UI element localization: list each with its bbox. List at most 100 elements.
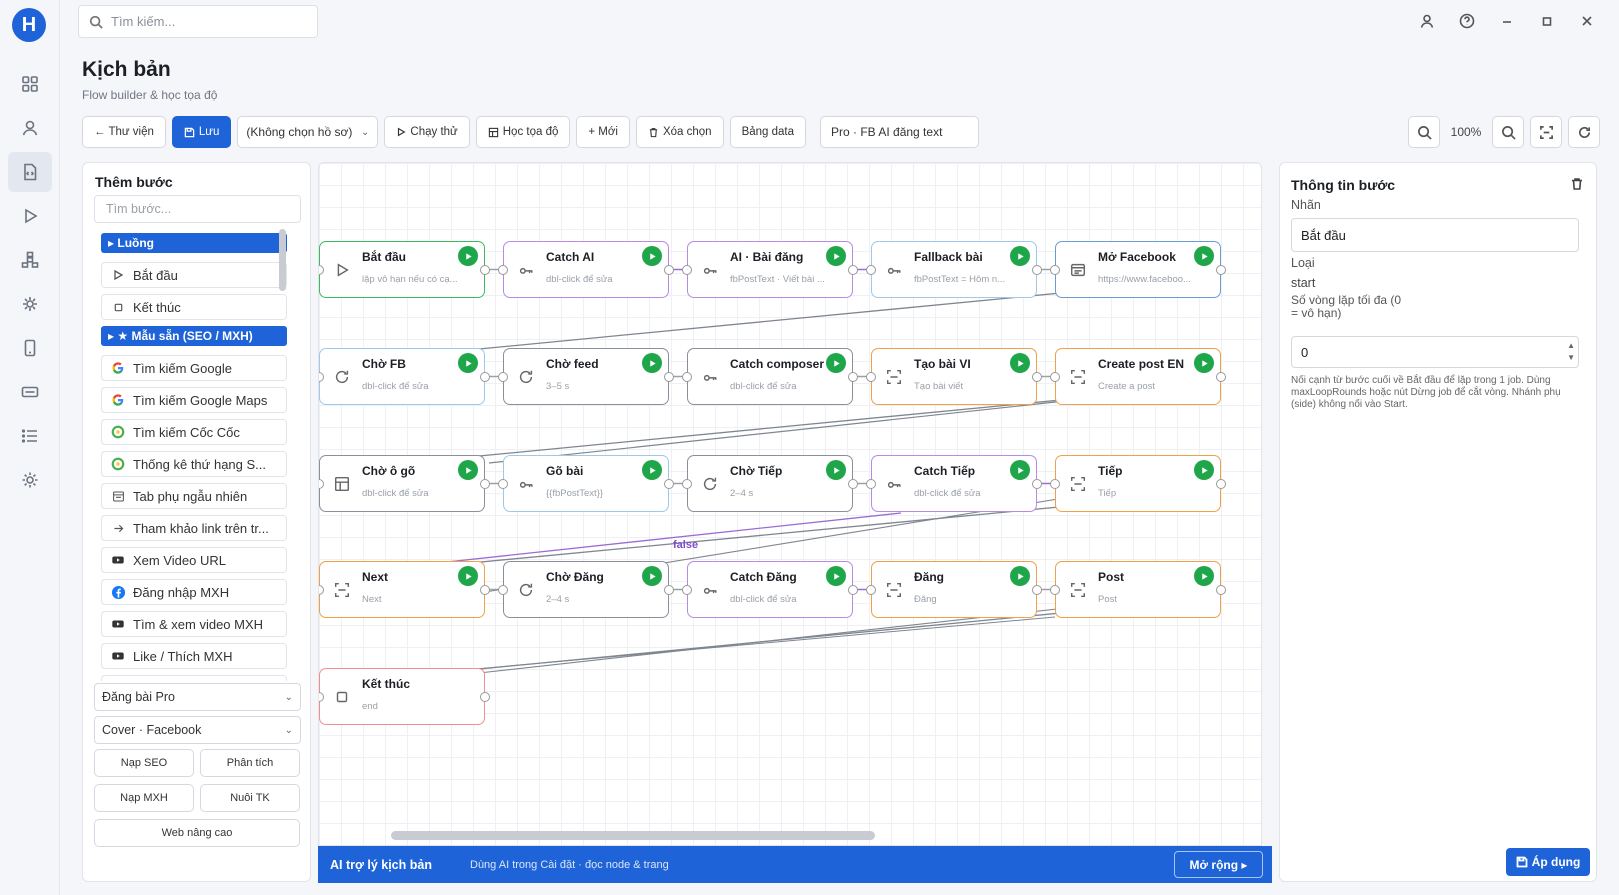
output-port[interactable] — [664, 585, 674, 595]
output-port[interactable] — [480, 479, 490, 489]
node-run-button[interactable] — [1194, 246, 1214, 266]
node-run-button[interactable] — [1194, 460, 1214, 480]
fit-view-button[interactable] — [1530, 116, 1562, 148]
library-button[interactable]: ← Thư viện — [82, 116, 166, 148]
network-icon[interactable] — [8, 240, 52, 280]
input-port[interactable] — [866, 265, 876, 275]
output-port[interactable] — [1216, 372, 1226, 382]
node-run-button[interactable] — [826, 460, 846, 480]
flow-node[interactable]: Bắt đầu lặp vô hạn nếu có cạ... — [319, 241, 490, 298]
node-run-button[interactable] — [458, 246, 478, 266]
output-port[interactable] — [848, 372, 858, 382]
global-search-input[interactable]: Tìm kiếm... — [78, 5, 318, 38]
step-item-start[interactable]: Bắt đầu — [101, 262, 287, 288]
flow-node[interactable]: Mở Facebook https://www.faceboo... — [1050, 241, 1226, 298]
node-run-button[interactable] — [458, 460, 478, 480]
step-list-scrollbar[interactable] — [279, 229, 286, 291]
step-item-end[interactable]: Kết thúc — [101, 294, 287, 320]
flow-node[interactable]: Gõ bài {{fbPostText}} — [498, 455, 674, 512]
script-name-input[interactable]: Pro · FB AI đăng text — [820, 116, 980, 148]
step-item-template[interactable]: Tìm & xem video MXH — [101, 611, 287, 637]
step-search-input[interactable]: Tìm bước... — [94, 195, 301, 223]
group-templates[interactable]: ▸ ★ Mẫu sẵn (SEO / MXH) — [101, 326, 287, 346]
input-port[interactable] — [498, 479, 508, 489]
node-run-button[interactable] — [1194, 353, 1214, 373]
input-port[interactable] — [498, 585, 508, 595]
refresh-button[interactable] — [1568, 116, 1600, 148]
load-social-button[interactable]: Nạp MXH — [94, 784, 194, 812]
flow-node[interactable]: Chờ ô gõ dbl-click để sửa — [319, 455, 490, 512]
input-port[interactable] — [1050, 265, 1060, 275]
node-run-button[interactable] — [642, 460, 662, 480]
output-port[interactable] — [664, 372, 674, 382]
clear-selection-button[interactable]: Xóa chọn — [635, 116, 724, 148]
test-run-button[interactable]: Chạy thử — [384, 116, 470, 148]
node-run-button[interactable] — [458, 566, 478, 586]
flow-node[interactable]: Chờ Đăng 2–4 s — [498, 561, 674, 618]
dashboard-icon[interactable] — [8, 64, 52, 104]
analyze-button[interactable]: Phân tích — [200, 749, 300, 777]
script-icon[interactable] — [8, 152, 52, 192]
node-run-button[interactable] — [642, 566, 662, 586]
template-dropdown[interactable]: Đăng bài Pro ⌄ — [94, 683, 301, 711]
flow-node[interactable]: Catch composer dbl-click để sửa — [682, 348, 858, 405]
node-run-button[interactable] — [826, 566, 846, 586]
output-port[interactable] — [1032, 479, 1042, 489]
node-run-button[interactable] — [1194, 566, 1214, 586]
step-item-template[interactable]: Bình luận MXH — [101, 675, 287, 681]
max-loop-input[interactable]: 0 ▲ ▼ — [1291, 336, 1579, 368]
input-port[interactable] — [1050, 479, 1060, 489]
step-item-template[interactable]: Tham khảo link trên tr... — [101, 515, 287, 541]
step-item-template[interactable]: Đăng nhập MXH — [101, 579, 287, 605]
delete-step-button[interactable] — [1570, 177, 1584, 194]
load-seo-button[interactable]: Nạp SEO — [94, 749, 194, 777]
input-port[interactable] — [319, 372, 324, 382]
flow-node[interactable]: Chờ feed 3–5 s — [498, 348, 674, 405]
output-port[interactable] — [1032, 265, 1042, 275]
input-port[interactable] — [682, 372, 692, 382]
input-port[interactable] — [682, 479, 692, 489]
flow-node[interactable]: Post Post — [1050, 561, 1226, 618]
node-run-button[interactable] — [458, 353, 478, 373]
flow-node[interactable]: Chờ FB dbl-click để sửa — [319, 348, 490, 405]
cover-dropdown[interactable]: Cover · Facebook ⌄ — [94, 716, 301, 744]
node-run-button[interactable] — [826, 246, 846, 266]
maximize-icon[interactable] — [1527, 8, 1567, 34]
flow-node[interactable]: Tạo bài VI Tạo bài viết — [866, 348, 1042, 405]
output-port[interactable] — [1216, 585, 1226, 595]
node-run-button[interactable] — [1010, 460, 1030, 480]
keyboard-icon[interactable] — [8, 372, 52, 412]
flow-node[interactable]: Đăng Đăng — [866, 561, 1042, 618]
input-port[interactable] — [866, 479, 876, 489]
step-item-template[interactable]: Xem Video URL — [101, 547, 287, 573]
step-item-template[interactable]: Tìm kiếm Google — [101, 355, 287, 381]
phone-icon[interactable] — [8, 328, 52, 368]
list-icon[interactable] — [8, 416, 52, 456]
profile-select[interactable]: (Không chọn hồ sơ) ⌄ — [237, 116, 379, 148]
profile-icon[interactable] — [8, 108, 52, 148]
flow-node[interactable]: Fallback bài fbPostText = Hôm n... — [866, 241, 1042, 298]
input-port[interactable] — [319, 585, 324, 595]
output-port[interactable] — [480, 372, 490, 382]
input-port[interactable] — [682, 265, 692, 275]
flow-node[interactable]: Create post EN Create a post — [1050, 348, 1226, 405]
output-port[interactable] — [848, 479, 858, 489]
input-port[interactable] — [319, 479, 324, 489]
expand-button[interactable]: Mở rộng ▸ — [1174, 851, 1263, 878]
stepper-icon[interactable]: ▲ ▼ — [1567, 340, 1575, 364]
canvas-h-scrollbar[interactable] — [391, 831, 875, 840]
learn-coords-button[interactable]: Học tọa độ — [475, 116, 571, 148]
input-port[interactable] — [682, 585, 692, 595]
output-port[interactable] — [480, 265, 490, 275]
output-port[interactable] — [848, 265, 858, 275]
node-run-button[interactable] — [642, 246, 662, 266]
output-port[interactable] — [664, 479, 674, 489]
flow-node[interactable]: Next Next — [319, 561, 490, 618]
flow-node[interactable]: Catch Đăng dbl-click để sửa — [682, 561, 858, 618]
input-port[interactable] — [319, 265, 324, 275]
output-port[interactable] — [664, 265, 674, 275]
output-port[interactable] — [1216, 265, 1226, 275]
flow-canvas[interactable]: false Bắt đầu lặp vô hạn nếu có cạ... Catc… — [318, 162, 1262, 846]
step-item-template[interactable]: Tìm kiếm Google Maps — [101, 387, 287, 413]
input-port[interactable] — [866, 585, 876, 595]
